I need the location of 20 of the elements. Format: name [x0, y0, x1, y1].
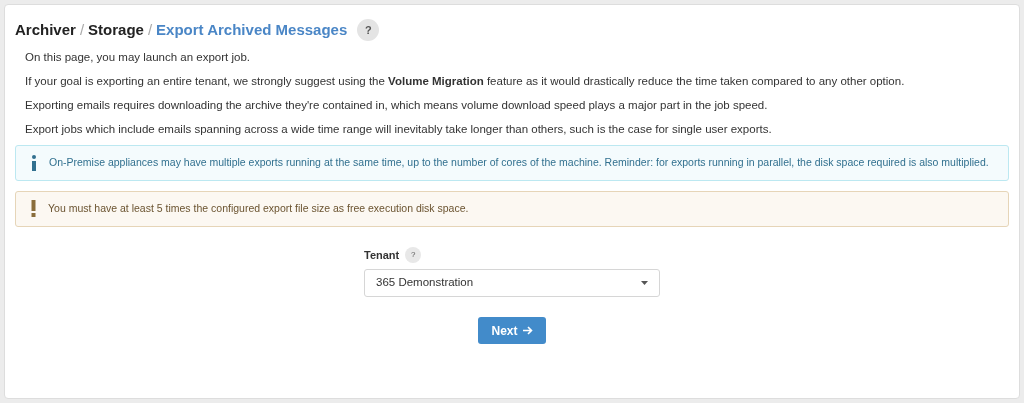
- help-button[interactable]: ?: [405, 246, 422, 263]
- paragraph: Export jobs which include emails spanning across a wide time range will inevitably take longer than others, such is the case for single user exports.: [25, 121, 773, 136]
- next-button[interactable]: Next: [478, 317, 546, 344]
- paragraph: On this page, you may launch an export job.: [25, 49, 252, 64]
- help-button[interactable]: ?: [357, 19, 380, 42]
- tenant-select[interactable]: 365 Demonstration: [364, 269, 660, 297]
- breadcrumb-item[interactable]: Storage: [88, 19, 144, 42]
- alert-text: You must have at least 5 times the configured export file size as free execution disk space.: [48, 200, 469, 216]
- breadcrumb-separator: /: [79, 20, 85, 40]
- breadcrumb-separator: /: [147, 20, 153, 40]
- paragraph: If your goal is exporting an entire tenant, we strongly suggest using the Volume Migration feature as it would drastically reduce the time taken compared to any other option.: [25, 73, 906, 88]
- info-icon: [31, 154, 37, 171]
- alert-text: On-Premise appliances may have multiple exports running at the same time, up to the number of cores of the machine. Reminder: for exports running in parallel, the disk space required is also multiplied.: [49, 154, 989, 170]
- breadcrumb-item[interactable]: Archiver: [15, 19, 76, 42]
- exclamation-icon: [31, 200, 36, 217]
- field-label: Tenant: [364, 247, 400, 263]
- paragraph: Exporting emails requires downloading the archive they're contained in, which means volume download speed plays a major part in the job speed.: [25, 97, 769, 112]
- breadcrumb-item: Export Archived Messages: [156, 20, 348, 40]
- arrow-right-icon: [522, 326, 533, 335]
- caret-icon: [641, 281, 648, 285]
